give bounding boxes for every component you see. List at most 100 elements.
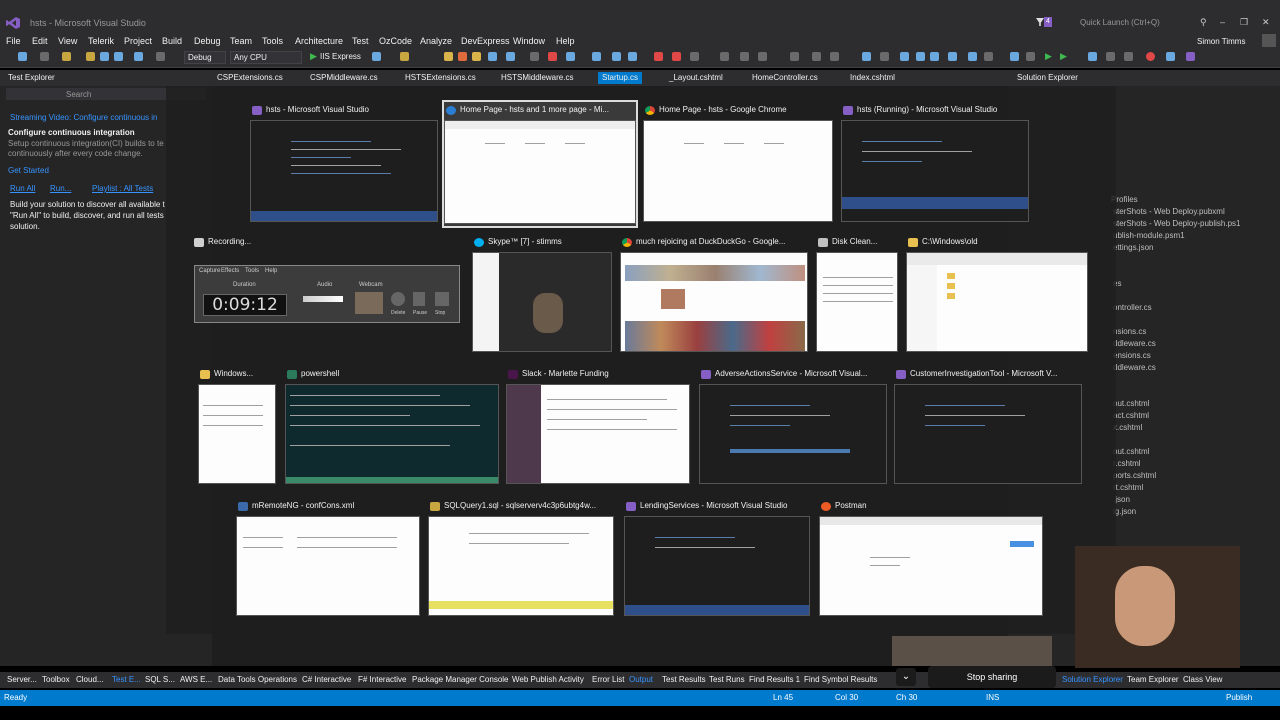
menu-architecture[interactable]: Architecture <box>295 36 343 46</box>
tool-icon[interactable] <box>900 52 909 61</box>
pause-button[interactable]: Pause <box>413 310 427 316</box>
tool-icon[interactable] <box>472 52 481 61</box>
stop-icon[interactable] <box>1106 52 1115 61</box>
back-icon[interactable] <box>18 52 27 61</box>
switcher-window-hsts-vs[interactable]: hsts - Microsoft Visual Studio <box>250 102 438 224</box>
playlist-button[interactable]: Playlist : All Tests <box>92 184 153 193</box>
tool-icon[interactable] <box>1026 52 1035 61</box>
solution-tree-item[interactable]: ontroller.cs <box>1113 303 1152 312</box>
menu-edit[interactable]: Edit <box>32 36 48 46</box>
tool-icon[interactable] <box>530 52 539 61</box>
tool-icon[interactable] <box>1166 52 1175 61</box>
tool-icon[interactable] <box>880 52 889 61</box>
tool-icon[interactable] <box>1124 52 1133 61</box>
menu-test[interactable]: Test <box>352 36 369 46</box>
bottom-tab[interactable]: SQL S... <box>145 675 175 684</box>
tool-icon[interactable] <box>930 52 939 61</box>
bottom-tab[interactable]: Output <box>629 675 653 684</box>
switcher-window-adverse-actions[interactable]: AdverseActionsService - Microsoft Visual… <box>699 366 887 488</box>
stop-button[interactable]: Stop <box>435 310 445 316</box>
tool-icon[interactable] <box>654 52 663 61</box>
platform-select[interactable]: Any CPU <box>230 51 302 64</box>
tab-cspextensions[interactable]: CSPExtensions.cs <box>217 72 283 84</box>
quick-launch-input[interactable]: Quick Launch (Ctrl+Q) <box>1080 18 1160 27</box>
redo-icon[interactable] <box>156 52 165 61</box>
user-name[interactable]: Simon Timms <box>1197 37 1245 46</box>
stop-sharing-button[interactable]: Stop sharing <box>928 666 1056 688</box>
bottom-tab[interactable]: AWS E... <box>180 675 212 684</box>
bottom-tab[interactable]: C# Interactive <box>302 675 351 684</box>
switcher-window-windows[interactable]: Windows... <box>198 366 276 488</box>
switcher-window-chrome-home[interactable]: Home Page - hsts - Google Chrome <box>643 102 833 224</box>
tool-icon[interactable] <box>1010 52 1019 61</box>
stop-icon[interactable] <box>435 292 449 306</box>
tool-icon[interactable] <box>830 52 839 61</box>
configuration-select[interactable]: Debug <box>184 51 226 64</box>
solution-tree-item[interactable]: out.cshtml <box>1113 399 1149 408</box>
restore-icon[interactable]: ❐ <box>1240 17 1248 28</box>
run-target-button[interactable]: IIS Express <box>320 52 361 61</box>
solution-tree-item[interactable]: x.cshtml <box>1113 423 1142 432</box>
run-button[interactable]: Run... <box>50 184 71 193</box>
tool-icon[interactable] <box>948 52 957 61</box>
breakpoint-icon[interactable] <box>672 52 681 61</box>
tool-icon[interactable] <box>690 52 699 61</box>
refresh-icon[interactable] <box>372 52 381 61</box>
tool-icon[interactable] <box>566 52 575 61</box>
undo-icon[interactable] <box>134 52 143 61</box>
menu-build[interactable]: Build <box>162 36 182 46</box>
tool-icon[interactable] <box>458 52 467 61</box>
tool-icon[interactable] <box>740 52 749 61</box>
bottom-tab[interactable]: Find Symbol Results <box>804 675 877 684</box>
tool-icon[interactable] <box>812 52 821 61</box>
tool-icon[interactable] <box>968 52 977 61</box>
save-icon[interactable] <box>100 52 109 61</box>
tool-icon[interactable] <box>1088 52 1097 61</box>
solution-tree-item[interactable]: ensions.cs <box>1113 351 1151 360</box>
tool-icon[interactable] <box>1186 52 1195 61</box>
solution-tree-item[interactable]: nsions.cs <box>1113 327 1146 336</box>
solution-tree-item[interactable]: ublish-module.psm1 <box>1113 231 1185 240</box>
menu-debug[interactable]: Debug <box>194 36 221 46</box>
new-project-icon[interactable] <box>62 52 71 61</box>
bottom-tab[interactable]: Find Results 1 <box>749 675 800 684</box>
tool-icon[interactable] <box>548 52 557 61</box>
solution-tree-item[interactable]: ig.json <box>1113 507 1136 516</box>
tool-icon[interactable] <box>758 52 767 61</box>
bottom-tab[interactable]: Test Results <box>662 675 706 684</box>
start-debug-icon[interactable]: ▶ <box>1045 51 1052 62</box>
tab-hstsextensions[interactable]: HSTSExtensions.cs <box>405 72 476 84</box>
save-all-icon[interactable] <box>114 52 123 61</box>
tool-icon[interactable] <box>916 52 925 61</box>
run-all-button[interactable]: Run All <box>10 184 35 193</box>
menu-telerik[interactable]: Telerik <box>88 36 114 46</box>
tool-icon[interactable] <box>862 52 871 61</box>
forward-icon[interactable] <box>40 52 49 61</box>
tool-icon[interactable] <box>506 52 515 61</box>
menu-analyze[interactable]: Analyze <box>420 36 452 46</box>
search-icon[interactable]: ⚲ <box>1200 17 1207 28</box>
pause-icon[interactable] <box>413 292 425 306</box>
tool-icon[interactable] <box>612 52 621 61</box>
switcher-window-skype[interactable]: Skype™ [7] - stimms <box>472 234 612 356</box>
play-icon[interactable]: ▶ <box>310 51 317 62</box>
avatar[interactable] <box>1262 34 1276 47</box>
bottom-right-tab[interactable]: Team Explorer <box>1127 675 1179 684</box>
switcher-window-mremoteng[interactable]: mRemoteNG - confCons.xml <box>236 498 420 618</box>
switcher-window-customer-investigation[interactable]: CustomerInvestigationTool - Microsoft V.… <box>894 366 1082 488</box>
solution-tree-item[interactable]: act.cshtml <box>1113 411 1149 420</box>
tool-icon[interactable] <box>628 52 637 61</box>
switcher-window-duckduckgo[interactable]: much rejoicing at DuckDuckGo - Google... <box>620 234 808 356</box>
search-input[interactable]: Search <box>66 90 91 99</box>
tool-icon[interactable] <box>720 52 729 61</box>
bookmark-icon[interactable] <box>444 52 453 61</box>
browser-icon[interactable] <box>400 52 409 61</box>
switcher-window-edge-home[interactable]: Home Page - hsts and 1 more page - Mi... <box>442 100 638 228</box>
solution-tree-item[interactable]: sterShots - Web Deploy-publish.ps1 <box>1113 219 1240 228</box>
bottom-tab[interactable]: F# Interactive <box>358 675 406 684</box>
tool-icon[interactable] <box>592 52 601 61</box>
open-icon[interactable] <box>86 52 95 61</box>
switcher-window-powershell[interactable]: powershell <box>285 366 499 488</box>
solution-tree-item[interactable]: rt.cshtml <box>1113 483 1143 492</box>
tool-icon[interactable] <box>984 52 993 61</box>
